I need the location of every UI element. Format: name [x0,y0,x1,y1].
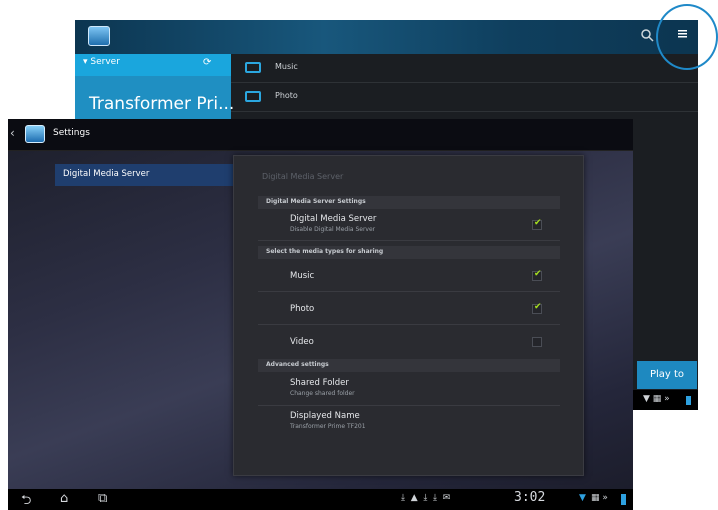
row-music[interactable]: Music ✔ [258,260,560,292]
back-icon[interactable]: ⮌ [21,491,31,510]
row-subtitle: Transformer Prime TF201 [290,423,366,430]
folder-row-photo[interactable]: Photo [231,83,698,112]
panel-title: Digital Media Server [262,172,344,181]
row-digital-media-server[interactable]: Digital Media Server Disable Digital Med… [258,209,560,241]
section-header-advanced: Advanced settings [258,359,560,372]
row-title: Video [290,337,314,347]
nav-item-label: Digital Media Server [63,169,150,179]
section-header-label: Digital Media Server Settings [266,198,366,205]
home-icon[interactable]: ⌂ [60,491,68,506]
check-icon: ✔ [534,218,542,228]
folder-row-music[interactable]: Music [231,54,698,83]
section-header-types: Select the media types for sharing [258,246,560,259]
folder-label: Music [275,62,298,71]
page-title: Settings [53,128,90,138]
section-header-server: Digital Media Server Settings [258,196,560,209]
folder-icon [245,91,261,102]
play-to-button[interactable]: Play to [637,361,697,389]
settings-title-bar: ‹ Settings [8,119,633,151]
search-icon[interactable] [640,28,656,44]
recent-apps-icon[interactable]: ⧉ [98,491,107,506]
status-clock: 3:02 [514,490,546,505]
refresh-icon[interactable]: ⟳ [203,57,217,71]
row-title: Music [290,271,315,281]
folder-icon [245,62,261,73]
row-title: Digital Media Server [290,214,377,224]
status-tray-icons: ▦ » [591,493,608,503]
server-label: ▾ Server [83,57,120,67]
wifi-icon: ▼ [579,493,586,503]
row-photo[interactable]: Photo ✔ [258,293,560,325]
check-icon: ✔ [534,269,542,279]
row-title: Photo [290,304,315,314]
app-icon [88,26,110,46]
check-icon: ✔ [534,302,542,312]
row-shared-folder[interactable]: Shared Folder Change shared folder [258,373,560,406]
row-video[interactable]: Video [258,326,560,358]
photo-checkbox[interactable]: ✔ [532,302,542,314]
bg-status-icons: ▼ ▦ » [643,394,670,404]
row-title: Displayed Name [290,411,360,421]
row-title: Shared Folder [290,378,349,388]
server-checkbox[interactable]: ✔ [532,218,542,230]
section-header-label: Select the media types for sharing [266,248,384,255]
back-chevron-icon[interactable]: ‹ [10,126,15,140]
bg-action-bar [75,20,698,54]
section-header-label: Advanced settings [266,361,329,368]
server-row[interactable]: ▾ Server ⟳ [75,54,231,76]
app-icon [25,125,45,143]
settings-panel: Digital Media Server Digital Media Serve… [233,155,584,476]
row-displayed-name[interactable]: Displayed Name Transformer Prime TF201 [258,406,560,439]
settings-screenshot: ‹ Settings Digital Media Server Digital … [8,119,633,510]
device-name: Transformer Pri... [89,94,235,114]
highlight-circle [656,4,718,70]
notification-icons: ⤓ ▲ ⤓ ⤓ ✉ [401,493,451,503]
server-label-text: Server [90,57,120,67]
music-checkbox[interactable]: ✔ [532,269,542,281]
row-subtitle: Disable Digital Media Server [290,226,376,233]
battery-icon [621,494,626,505]
nav-item-digital-media-server[interactable]: Digital Media Server [55,164,235,186]
battery-icon [686,396,691,405]
video-checkbox[interactable] [532,337,542,347]
row-subtitle: Change shared folder [290,390,355,397]
folder-label: Photo [275,91,298,100]
